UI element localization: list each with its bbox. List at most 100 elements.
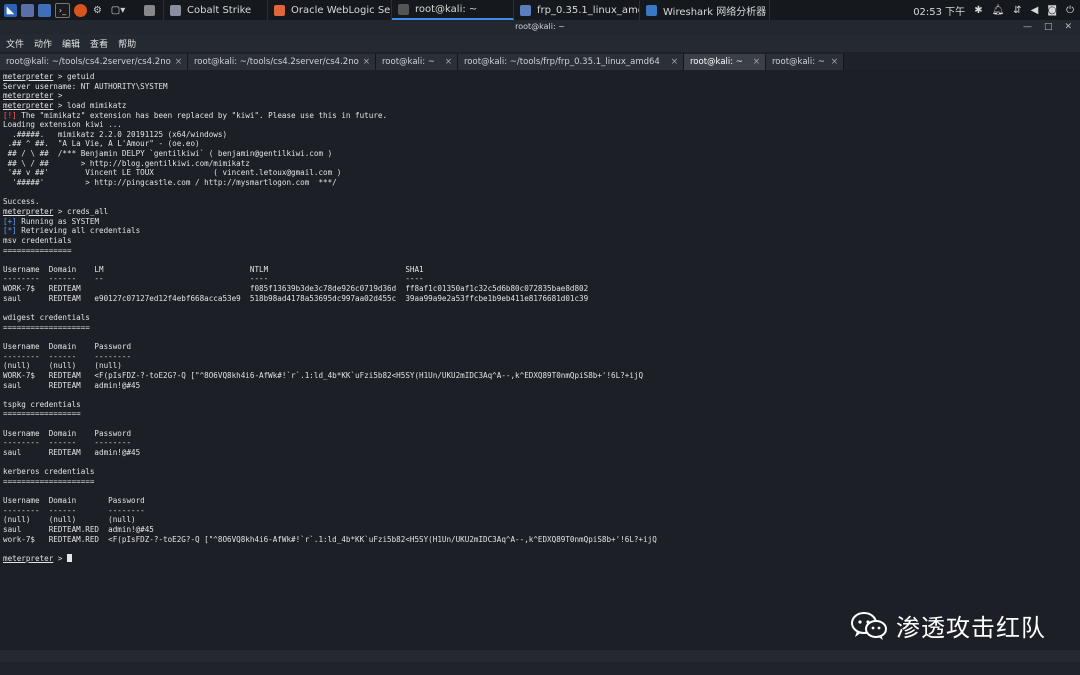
terminal-line: [+] Running as SYSTEM (3, 217, 1073, 227)
menu-item[interactable]: 查看 (90, 37, 108, 50)
tab-label: root@kali: ~/tools/frp/frp_0.35.1_linux_… (464, 57, 660, 67)
tab-close-icon[interactable]: × (671, 54, 678, 70)
network-icon[interactable]: ⇵ (1013, 5, 1021, 16)
terminal-line: WORK-7$ REDTEAM f085f13639b3de3c78de926c… (3, 284, 1073, 294)
terminal-line: ## / \ ## /*** Benjamin DELPY `gentilkiw… (3, 149, 1073, 159)
terminal-line: Username Domain Password (3, 342, 1073, 352)
terminal-tab[interactable]: root@kali: ~ × (766, 54, 844, 70)
terminal-line: work-7$ REDTEAM.RED <F(pIsFDZ-?-toE2G?-Q… (3, 535, 1073, 545)
taskbar-item[interactable]: frp_0.35.1_linux_amd64 (514, 0, 640, 20)
output-text: ## \ / ## > http://blog.gentilkiwi.com/m… (3, 158, 250, 168)
terminal-line: Server username: NT AUTHORITY\SYSTEM (3, 82, 1073, 92)
terminal-view[interactable]: meterpreter > getuid Server username: NT … (0, 70, 1080, 650)
output-text: tspkg credentials (3, 399, 81, 409)
output-text: [*] (3, 226, 17, 236)
output-text: > (53, 91, 63, 101)
terminal-tab[interactable]: root@kali: ~ × (684, 54, 766, 70)
taskbar-item[interactable]: Wireshark 网络分析器 (640, 0, 770, 20)
workspace-icon[interactable] (21, 3, 34, 17)
terminal-line: saul REDTEAM admin!@#45 (3, 381, 1073, 391)
terminal-tab[interactable]: root@kali: ~ × (376, 54, 458, 70)
tab-close-icon[interactable]: × (175, 54, 182, 70)
menu-item[interactable]: 帮助 (118, 37, 136, 50)
minimize-icon[interactable]: — (1023, 20, 1032, 34)
output-text: -------- ------ -------- (3, 351, 132, 361)
terminal-line: '## v ##' Vincent LE TOUX ( vincent.leto… (3, 168, 1073, 178)
tab-close-icon[interactable]: × (753, 54, 760, 70)
volume-icon[interactable]: ◀ (1031, 5, 1039, 16)
command-input[interactable] (0, 662, 1080, 675)
menu-item[interactable]: 动作 (34, 37, 52, 50)
app-switcher-icon[interactable]: ▢▾ (108, 4, 128, 17)
clock[interactable]: 02:53 下午 (913, 3, 965, 18)
terminal-line: [*] Retrieving all credentials (3, 226, 1073, 236)
notifications-icon[interactable]: 🔔︎ (992, 5, 1005, 16)
terminal-line: (null) (null) (null) (3, 361, 1073, 371)
taskbar-item[interactable]: root@kali: ~ (392, 0, 514, 20)
terminal-line: kerberos credentials (3, 467, 1073, 477)
prompt-text: meterpreter (3, 72, 54, 81)
terminal-line: -------- ------ -------- (3, 438, 1073, 448)
menu-bar: 文件 动作 编辑 查看 帮助 (0, 34, 1080, 52)
app-icon (144, 4, 155, 16)
system-panel: ◣ ›_ ⚙ ▢▾ Cobalt Strike Oracle WebLogic S… (0, 0, 1080, 20)
tab-close-icon[interactable]: × (363, 54, 370, 70)
terminal-launcher-icon[interactable]: ›_ (55, 2, 70, 18)
app-icon (520, 4, 531, 16)
kali-menu-icon[interactable]: ◣ (4, 3, 17, 17)
terminal-output: meterpreter > getuid Server username: NT … (3, 72, 1073, 564)
terminal-line: Loading extension kiwi ... (3, 120, 1073, 130)
output-text: -------- ------ -- ---- ---- (3, 274, 424, 284)
lock-icon[interactable]: ◙ (1047, 5, 1057, 16)
taskbar-item[interactable]: Cobalt Strike (164, 0, 268, 20)
output-text: [!] (3, 110, 17, 120)
terminal-line: wdigest credentials (3, 313, 1073, 323)
app-icon (398, 3, 409, 15)
power-icon[interactable]: ⏻ (1066, 5, 1074, 16)
output-text: Username Domain Password (3, 496, 145, 506)
settings-icon[interactable]: ⚙ (91, 4, 104, 17)
prompt-text: meterpreter (3, 91, 54, 101)
terminal-tab[interactable]: root@kali: ~/tools/cs4.2server/cs4.2no × (188, 54, 376, 70)
app-icon (170, 4, 181, 16)
output-text: ==================== (3, 476, 95, 486)
output-text: work-7$ REDTEAM.RED <F(pIsFDZ-?-toE2G?-Q… (3, 534, 657, 544)
output-text: (null) (null) (null) (3, 515, 136, 525)
menu-item[interactable]: 编辑 (62, 37, 80, 50)
status-bar (0, 650, 1080, 662)
maximize-icon[interactable]: □ (1044, 20, 1053, 34)
taskbar-item[interactable]: Oracle WebLogic Server... (268, 0, 392, 20)
output-text: > creds_all (53, 206, 109, 216)
bluetooth-icon[interactable]: ✱ (974, 5, 982, 16)
output-text: (null) (null) (null) (3, 361, 122, 371)
output-text: -------- ------ -------- (3, 438, 132, 448)
tab-close-icon[interactable]: × (445, 54, 452, 70)
menu-item[interactable]: 文件 (6, 37, 24, 50)
terminal-line: ==================== (3, 477, 1073, 487)
watermark: 渗透攻击红队 (850, 608, 1046, 643)
output-text: Running as SYSTEM (16, 216, 100, 226)
taskbar-item-label: Cobalt Strike (187, 4, 252, 16)
terminal-tab[interactable]: root@kali: ~/tools/cs4.2server/cs4.2no × (0, 54, 188, 70)
output-text: The "mimikatz" extension has been replac… (16, 110, 388, 120)
close-icon[interactable]: ✕ (1064, 20, 1072, 34)
file-manager-icon[interactable] (38, 3, 51, 17)
output-text: saul REDTEAM e90127c07127ed12f4ebf668acc… (3, 293, 589, 303)
terminal-line: meterpreter > (3, 554, 1073, 564)
watermark-text: 渗透攻击红队 (896, 614, 1046, 642)
output-text: ================= (3, 409, 81, 419)
terminal-line: meterpreter > getuid (3, 72, 1073, 82)
taskbar-item-label: frp_0.35.1_linux_amd64 (537, 4, 639, 16)
firefox-icon[interactable] (74, 3, 87, 17)
terminal-line: -------- ------ -------- (3, 506, 1073, 516)
terminal-tab[interactable]: root@kali: ~/tools/frp/frp_0.35.1_linux_… (458, 54, 684, 70)
output-text: [+] (3, 216, 17, 226)
output-text: wdigest credentials (3, 313, 90, 323)
tab-label: root@kali: ~ (772, 57, 825, 67)
terminal-line: ================= (3, 409, 1073, 419)
taskbar-item[interactable] (138, 0, 164, 20)
output-text: Retrieving all credentials (16, 226, 141, 236)
tab-close-icon[interactable]: × (831, 54, 838, 70)
